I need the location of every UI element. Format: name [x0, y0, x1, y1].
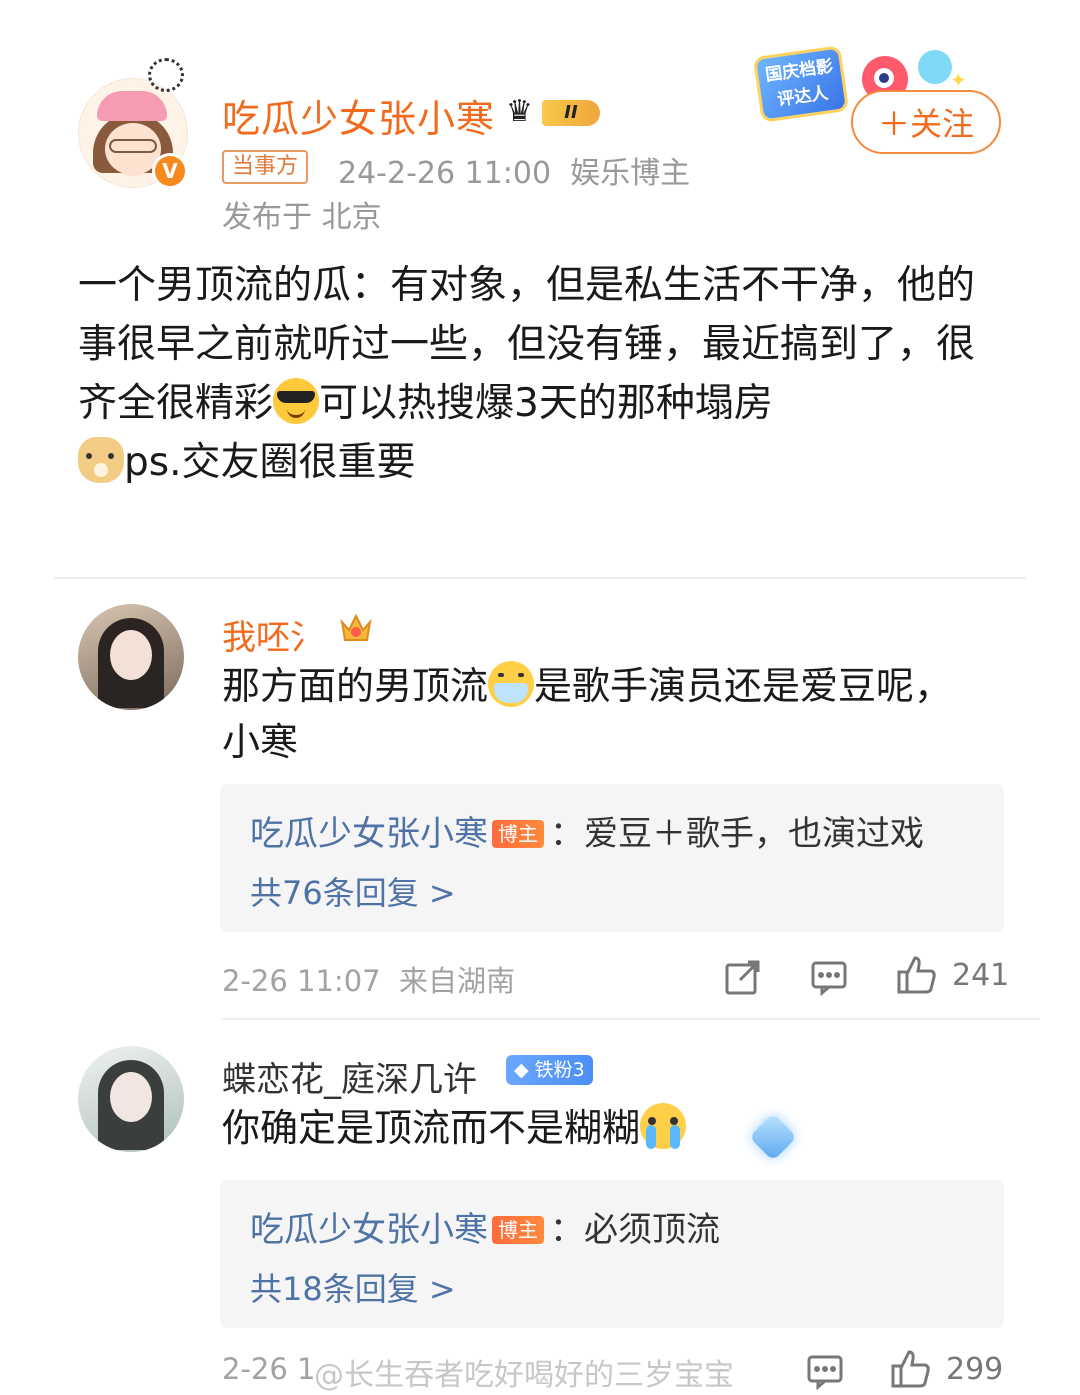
diamond-icon: ◆: [514, 1059, 529, 1081]
comment-meta: 2-26 1: [222, 1352, 316, 1386]
reply-author[interactable]: 吃瓜少女张小寒: [250, 1210, 488, 1250]
reply-count-link[interactable]: 共18条回复 >: [250, 1264, 456, 1310]
reply-line: 吃瓜少女张小寒 博主 ：爱豆＋歌手，也演过戏: [250, 806, 924, 855]
comment-icon[interactable]: [806, 1352, 844, 1391]
like-count: 299: [946, 1352, 1004, 1387]
post-body: 一个男顶流的瓜：有对象，但是私生活不干净，他的事很早之前就听过一些，但没有锤，最…: [78, 256, 1008, 492]
comment-text: 你确定是顶流而不是糊糊: [222, 1100, 982, 1156]
reply-text: ：爱豆＋歌手，也演过戏: [550, 814, 924, 854]
share-icon[interactable]: [724, 958, 762, 996]
comment-username[interactable]: 蝶恋花_庭深几许: [222, 1052, 477, 1101]
sparkle-gem-icon: [740, 1102, 810, 1172]
fan-badge-label: 铁粉3: [534, 1059, 585, 1081]
divider: [222, 1018, 1040, 1020]
comment-avatar[interactable]: [78, 1046, 184, 1152]
mascot-icon: [918, 50, 952, 84]
comment-meta: 2-26 11:07 来自湖南: [222, 964, 516, 998]
post-time-category: 24-2-26 11:00 娱乐博主: [338, 156, 691, 191]
like-icon[interactable]: [896, 954, 938, 996]
scribble-icon: [148, 58, 184, 92]
reply-text: ：必须顶流: [550, 1210, 720, 1250]
comment-text-1: 你确定是顶流而不是糊糊: [222, 1106, 641, 1150]
crown-icon: ♛: [506, 94, 533, 129]
reply-count-link[interactable]: 共76条回复 >: [250, 868, 456, 914]
comment-text: 那方面的男顶流 是歌手演员还是爱豆呢，小寒: [222, 658, 982, 770]
blogger-tag: 博主: [492, 1216, 544, 1244]
divider: [54, 577, 1026, 579]
cool-emoji-icon: [273, 378, 320, 424]
mask-emoji-icon: [488, 661, 535, 707]
comment-icon[interactable]: [810, 958, 848, 997]
comment-username[interactable]: 我呸氵: [222, 610, 324, 659]
follow-button[interactable]: ＋关注: [851, 90, 1001, 154]
member-level-badge[interactable]: ♛ II: [506, 94, 602, 130]
promo-badge-label: 国庆档影评达人: [756, 48, 846, 120]
reply-author[interactable]: 吃瓜少女张小寒: [250, 814, 488, 854]
post-location: 发布于 北京: [222, 200, 382, 235]
doge-emoji-icon: [78, 437, 124, 483]
post-text-2: 可以热搜爆3天的那种塌房: [319, 381, 773, 426]
like-count: 241: [952, 958, 1010, 993]
reply-line: 吃瓜少女张小寒 博主 ：必须顶流: [250, 1202, 720, 1251]
post-text-3: ps.交友圈很重要: [124, 440, 416, 485]
vip-crown-icon: [338, 610, 374, 646]
comment-avatar[interactable]: [78, 604, 184, 710]
comment-text-1: 那方面的男顶流: [222, 664, 489, 708]
verified-icon: V: [152, 153, 188, 189]
crying-emoji-icon: [640, 1103, 687, 1149]
author-name[interactable]: 吃瓜少女张小寒: [222, 88, 495, 143]
level-label: II: [542, 100, 600, 126]
star-icon: ✦: [950, 68, 967, 92]
role-tag: 当事方: [222, 150, 309, 184]
blogger-tag: 博主: [492, 820, 544, 848]
fan-badge: ◆ 铁粉3: [506, 1055, 593, 1085]
like-icon[interactable]: [890, 1348, 932, 1390]
watermark: @长生吞者吃好喝好的三岁宝宝: [314, 1358, 734, 1393]
